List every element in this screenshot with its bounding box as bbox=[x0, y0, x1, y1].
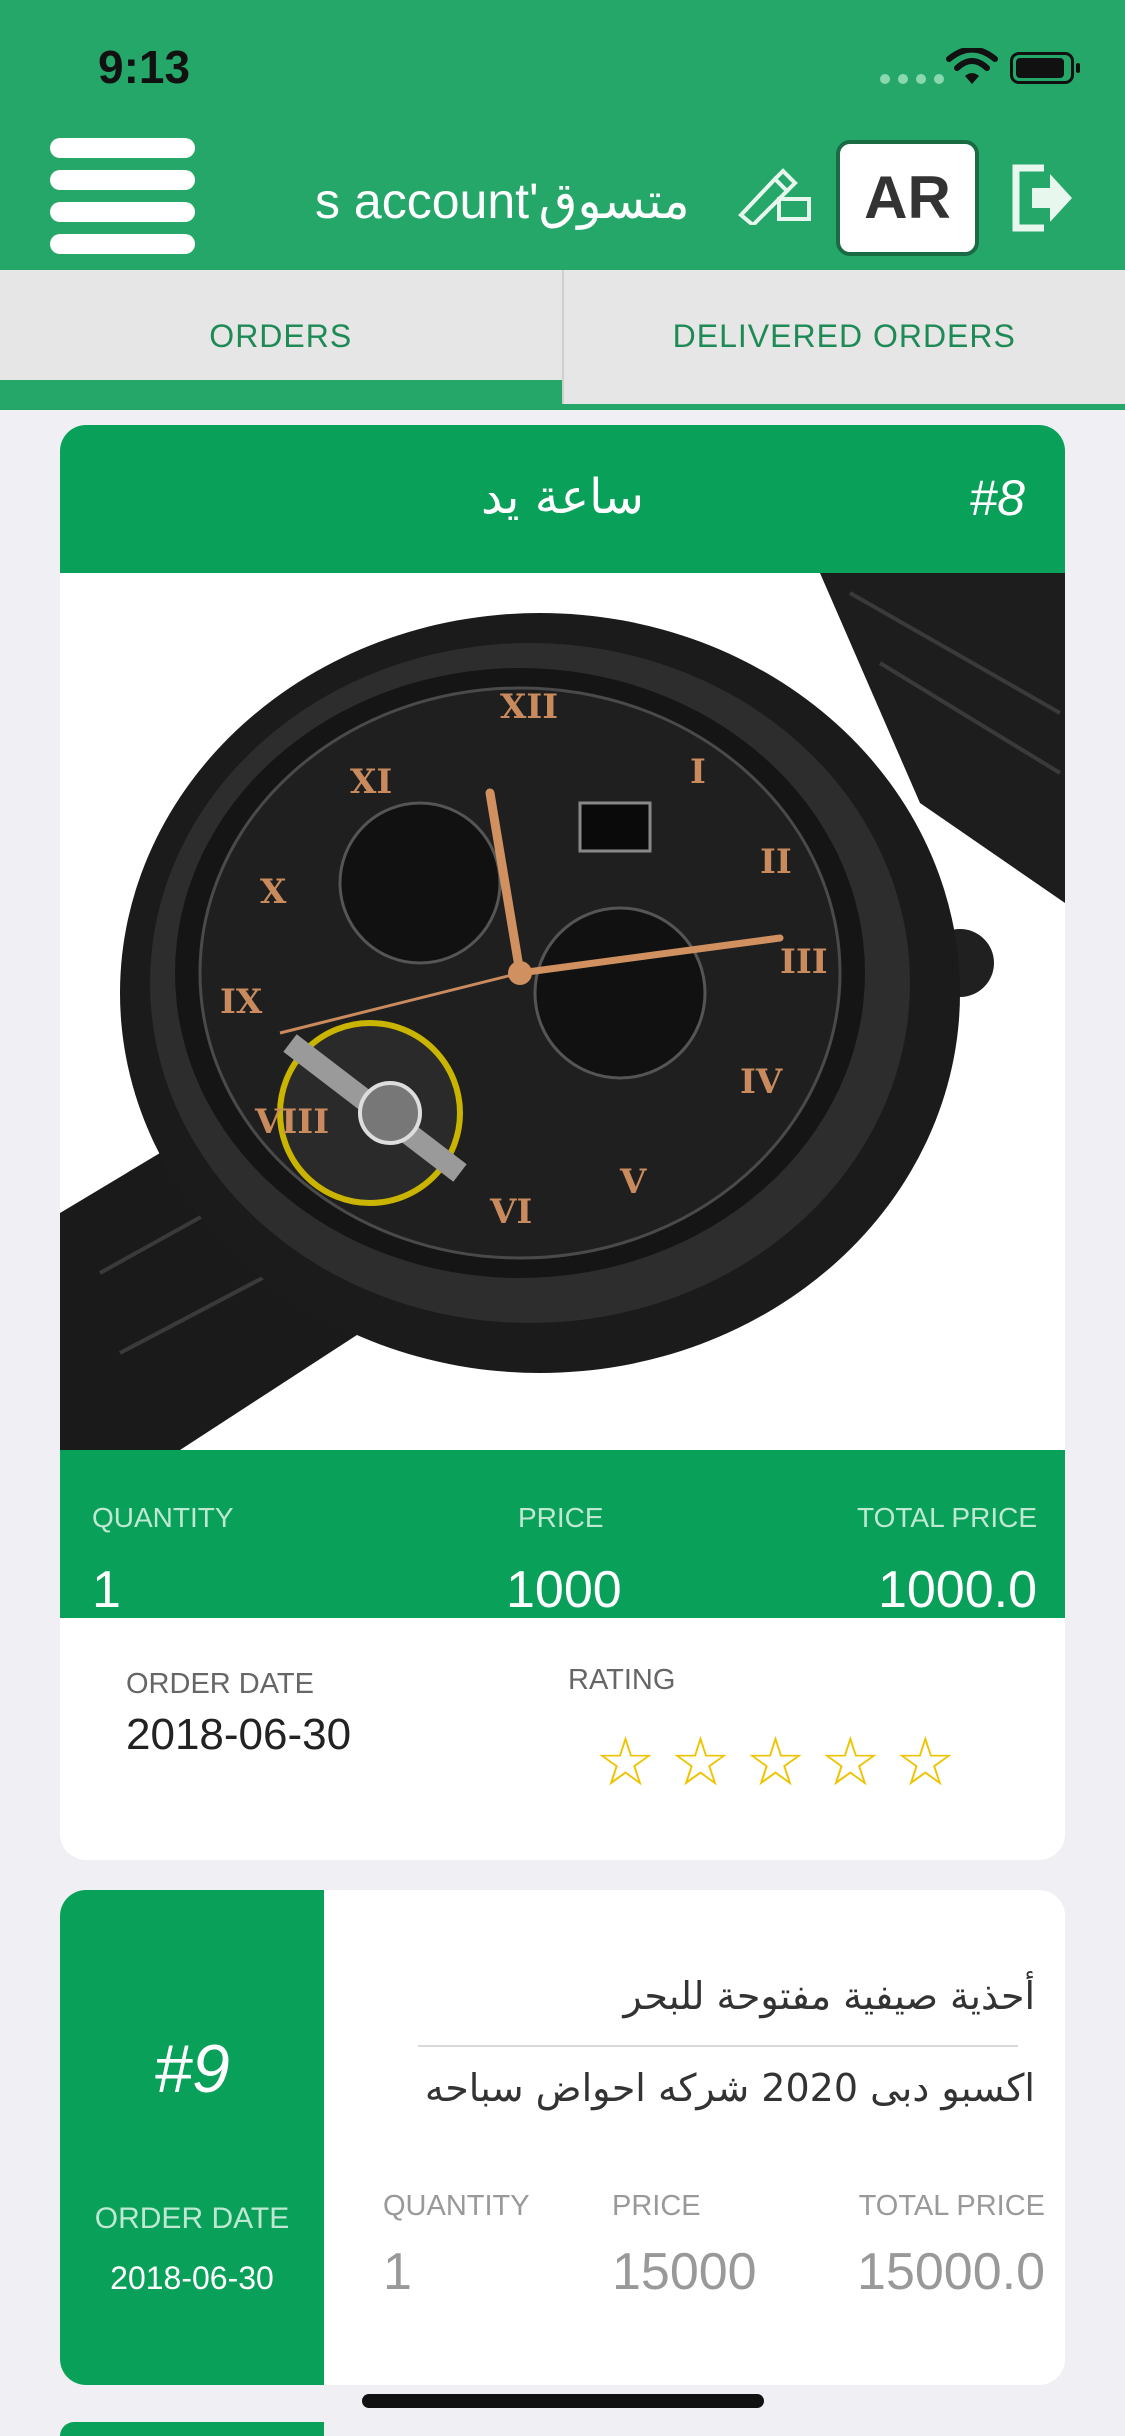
order-card-peek bbox=[60, 2422, 324, 2436]
order-title: ساعة يد bbox=[480, 469, 645, 525]
rating-label: RATING bbox=[568, 1664, 676, 1696]
price-label: PRICE bbox=[518, 1502, 604, 1533]
order-date-label: ORDER DATE bbox=[126, 1668, 314, 1700]
order-card-side: #9 ORDER DATE 2018-06-30 bbox=[60, 1890, 324, 2385]
order-number: #8 bbox=[969, 470, 1025, 526]
quantity-label: QUANTITY bbox=[92, 1502, 234, 1533]
svg-text:IV: IV bbox=[740, 1062, 783, 1102]
order-number: #9 bbox=[154, 2031, 230, 2107]
order-date-value: 2018-06-30 bbox=[126, 1710, 352, 1759]
price-value: 15000 bbox=[612, 2243, 757, 2301]
tab-orders[interactable]: ORDERS bbox=[0, 270, 562, 410]
order-card[interactable]: ساعة يد #8 XII I II III IV V VI VIII IX … bbox=[60, 425, 1065, 1860]
order-title: أحذية صيفية مفتوحة للبحر bbox=[623, 1974, 1035, 2018]
order-date-value: 2018-06-30 bbox=[110, 2260, 274, 2296]
status-time: 9:13 bbox=[98, 41, 191, 93]
svg-text:XI: XI bbox=[350, 762, 392, 802]
svg-text:VIII: VIII bbox=[254, 1102, 329, 1142]
tab-delivered-orders[interactable]: DELIVERED ORDERS bbox=[561, 270, 1125, 410]
quantity-label: QUANTITY bbox=[383, 2190, 530, 2222]
quantity-value: 1 bbox=[92, 1561, 121, 1619]
total-price-label: TOTAL PRICE bbox=[857, 1502, 1037, 1533]
logout-icon[interactable] bbox=[1008, 162, 1076, 234]
svg-text:VI: VI bbox=[489, 1192, 532, 1232]
total-price-value: 15000.0 bbox=[857, 2243, 1045, 2301]
star-icon[interactable]: ☆ bbox=[670, 1728, 731, 1796]
order-subtitle: اكسبو دبى 2020 شركه احواض سباحه bbox=[424, 2066, 1035, 2110]
product-image: XII I II III IV V VI VIII IX X XI bbox=[60, 573, 1065, 1450]
rating-stars[interactable]: ☆ ☆ ☆ ☆ ☆ bbox=[595, 1728, 956, 1796]
svg-text:II: II bbox=[760, 842, 792, 882]
price-value: 1000 bbox=[506, 1561, 622, 1619]
total-price-label: TOTAL PRICE bbox=[858, 2190, 1045, 2222]
menu-icon[interactable] bbox=[50, 138, 195, 258]
wifi-icon bbox=[946, 48, 998, 84]
quantity-value: 1 bbox=[383, 2243, 412, 2301]
svg-text:X: X bbox=[260, 872, 287, 912]
language-button[interactable]: AR bbox=[836, 140, 979, 256]
svg-text:I: I bbox=[690, 752, 706, 792]
star-icon[interactable]: ☆ bbox=[895, 1728, 956, 1796]
account-title: s account'متسوق bbox=[315, 173, 690, 229]
total-price-value: 1000.0 bbox=[877, 1561, 1037, 1619]
price-label: PRICE bbox=[612, 2190, 701, 2222]
battery-icon bbox=[1010, 52, 1080, 84]
order-metrics: QUANTITY 1 PRICE 1000 TOTAL PRICE 1000.0 bbox=[60, 1450, 1065, 1619]
cellular-signal-icon bbox=[880, 74, 944, 84]
home-indicator[interactable] bbox=[362, 2394, 764, 2408]
order-date-label: ORDER DATE bbox=[94, 2202, 290, 2235]
star-icon[interactable]: ☆ bbox=[595, 1728, 656, 1796]
star-icon[interactable]: ☆ bbox=[820, 1728, 881, 1796]
app-header: 9:13 s account'متسوق AR bbox=[0, 0, 1125, 270]
svg-text:XII: XII bbox=[500, 687, 558, 727]
divider bbox=[418, 2045, 1018, 2047]
svg-text:III: III bbox=[780, 942, 828, 982]
star-icon[interactable]: ☆ bbox=[745, 1728, 806, 1796]
order-card-header: ساعة يد #8 bbox=[60, 425, 1065, 573]
svg-text:V: V bbox=[619, 1162, 647, 1202]
tab-bar: ORDERS DELIVERED ORDERS bbox=[0, 270, 1125, 410]
edit-icon[interactable] bbox=[735, 165, 813, 225]
svg-text:IX: IX bbox=[220, 982, 263, 1022]
order-info: ORDER DATE 2018-06-30 RATING ☆ ☆ ☆ ☆ ☆ bbox=[60, 1618, 1065, 1860]
order-card[interactable]: #9 ORDER DATE 2018-06-30 أحذية صيفية مفت… bbox=[60, 1890, 1065, 2385]
